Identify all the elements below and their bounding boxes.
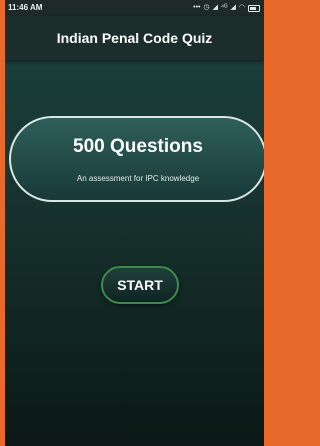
- status-bar: 11:46 AM ••• ◷ ◢ ⁴ᴳ ◢ ◠: [5, 0, 264, 16]
- wifi-icon: ◠: [238, 4, 245, 11]
- start-button[interactable]: START: [101, 266, 179, 304]
- 4g-icon: ⁴ᴳ: [221, 4, 228, 11]
- status-time: 11:46 AM: [8, 3, 43, 12]
- page-title: Indian Penal Code Quiz: [56, 30, 213, 46]
- signal-2-icon: ◢: [230, 4, 236, 11]
- app-header: Indian Penal Code Quiz: [5, 16, 264, 60]
- status-icons: ••• ◷ ◢ ⁴ᴳ ◢ ◠: [193, 0, 260, 16]
- quiz-info-card[interactable]: 500 Questions An assessment for IPC know…: [9, 116, 264, 202]
- alarm-icon: ◷: [203, 4, 210, 11]
- app-screen: 11:46 AM ••• ◷ ◢ ⁴ᴳ ◢ ◠ Indian Penal Cod…: [5, 0, 264, 446]
- quiz-description: An assessment for IPC knowledge: [76, 174, 200, 183]
- signal-icon: ◢: [212, 4, 219, 11]
- more-dots-icon: •••: [193, 4, 201, 11]
- quiz-question-count: 500 Questions: [73, 136, 203, 157]
- battery-icon: [248, 4, 260, 12]
